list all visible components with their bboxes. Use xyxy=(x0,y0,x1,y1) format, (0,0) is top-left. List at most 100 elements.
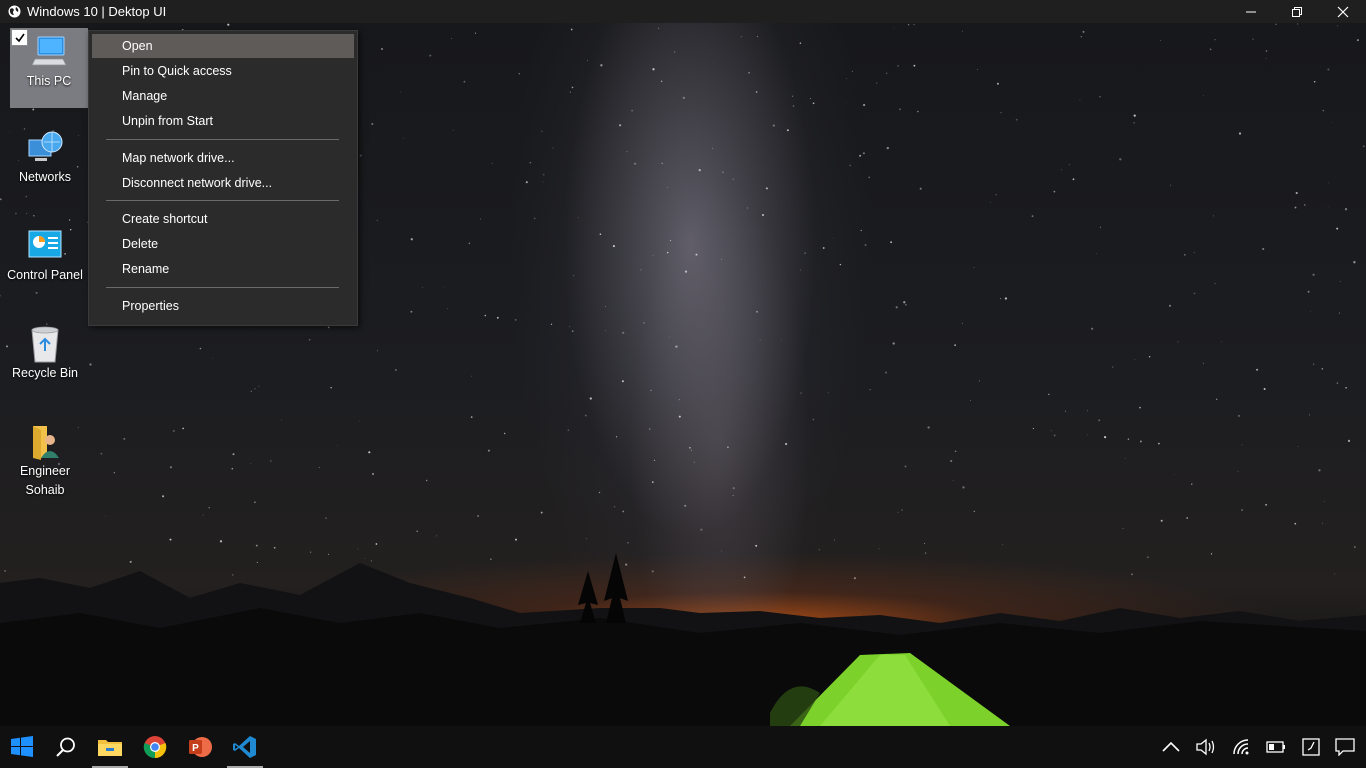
wifi-button[interactable] xyxy=(1225,726,1259,768)
star xyxy=(416,530,419,533)
star xyxy=(1133,122,1135,124)
star xyxy=(429,54,432,57)
desktop-icon-user-folder[interactable]: Engineer Sohaib xyxy=(6,418,84,500)
star xyxy=(666,251,669,254)
star xyxy=(1124,458,1126,459)
menu-item-properties[interactable]: Properties xyxy=(92,294,354,318)
star xyxy=(684,270,688,273)
start-button[interactable] xyxy=(0,726,44,768)
star xyxy=(919,187,922,190)
star xyxy=(634,162,637,165)
star xyxy=(642,321,645,324)
star xyxy=(786,129,789,132)
restore-button[interactable] xyxy=(1274,0,1320,23)
menu-item-disconnect-network-drive[interactable]: Disconnect network drive... xyxy=(92,171,354,195)
star xyxy=(515,538,517,541)
desktop-icon-networks[interactable]: Networks xyxy=(6,124,84,187)
search-button[interactable] xyxy=(44,726,88,768)
menu-item-manage[interactable]: Manage xyxy=(92,84,354,108)
star xyxy=(893,26,895,28)
star xyxy=(905,303,907,306)
star xyxy=(1323,501,1325,502)
star xyxy=(903,301,906,304)
star xyxy=(1082,30,1085,33)
star xyxy=(878,548,880,550)
star xyxy=(651,570,654,573)
star xyxy=(1310,310,1312,312)
star xyxy=(695,253,698,256)
minimize-icon xyxy=(1246,11,1256,12)
star xyxy=(626,151,628,153)
star xyxy=(1265,503,1268,506)
control-panel-icon xyxy=(28,230,62,258)
star xyxy=(622,331,625,335)
star xyxy=(172,429,175,433)
star xyxy=(631,109,633,112)
star xyxy=(0,198,2,201)
star xyxy=(1336,25,1338,27)
menu-item-rename[interactable]: Rename xyxy=(92,257,354,281)
star xyxy=(755,544,758,547)
menu-item-map-network-drive[interactable]: Map network drive... xyxy=(92,146,354,170)
star xyxy=(1295,191,1298,195)
star xyxy=(542,181,544,183)
star xyxy=(1338,312,1341,314)
star xyxy=(1265,50,1268,52)
star xyxy=(927,426,930,429)
star xyxy=(1252,38,1254,40)
star xyxy=(897,511,899,513)
notification-button[interactable] xyxy=(1328,726,1362,768)
tray-overflow-button[interactable] xyxy=(1154,726,1188,768)
star xyxy=(32,214,35,217)
star xyxy=(612,245,615,248)
menu-item-delete[interactable]: Delete xyxy=(92,232,354,256)
star xyxy=(232,453,235,456)
menu-item-create-shortcut[interactable]: Create shortcut xyxy=(92,207,354,231)
context-menu: Open Pin to Quick access Manage Unpin fr… xyxy=(88,30,358,326)
star xyxy=(868,176,870,178)
taskbar-file-explorer[interactable] xyxy=(88,726,132,768)
volume-button[interactable] xyxy=(1189,726,1223,768)
star xyxy=(619,124,622,127)
star xyxy=(621,380,624,383)
desktop-icon-recycle-bin[interactable]: Recycle Bin xyxy=(6,320,84,383)
star xyxy=(627,541,629,544)
taskbar-vscode[interactable] xyxy=(223,726,267,768)
star xyxy=(762,214,764,216)
star xyxy=(571,330,574,333)
menu-item-open[interactable]: Open xyxy=(92,34,354,58)
star xyxy=(491,162,493,164)
minimize-button[interactable] xyxy=(1228,0,1274,23)
taskbar-chrome[interactable] xyxy=(133,726,177,768)
menu-item-unpin-start[interactable]: Unpin from Start xyxy=(92,109,354,133)
clock-button[interactable] xyxy=(1294,726,1328,768)
desktop-icon-control-panel[interactable]: Control Panel xyxy=(6,222,84,285)
star xyxy=(1050,430,1052,432)
star xyxy=(660,80,663,83)
star xyxy=(954,450,957,453)
star xyxy=(1241,509,1243,511)
selection-checkbox[interactable] xyxy=(11,29,28,46)
star xyxy=(231,467,234,470)
star xyxy=(658,27,660,29)
star xyxy=(359,154,362,157)
window-titlebar[interactable]: Windows 10 | Dektop UI xyxy=(0,0,1366,23)
star xyxy=(1001,544,1003,546)
star xyxy=(924,542,926,544)
menu-item-pin-quick-access[interactable]: Pin to Quick access xyxy=(92,59,354,83)
star xyxy=(973,510,975,513)
star xyxy=(833,539,835,541)
star xyxy=(452,129,454,131)
close-button[interactable] xyxy=(1320,0,1366,23)
star xyxy=(371,122,374,126)
star xyxy=(32,108,35,111)
star xyxy=(954,344,956,346)
star xyxy=(443,286,445,288)
battery-button[interactable] xyxy=(1259,726,1293,768)
star xyxy=(862,152,865,155)
taskbar-powerpoint[interactable]: P xyxy=(178,726,222,768)
star xyxy=(864,243,867,247)
star xyxy=(1209,48,1212,51)
star xyxy=(598,491,601,494)
star xyxy=(853,577,856,580)
